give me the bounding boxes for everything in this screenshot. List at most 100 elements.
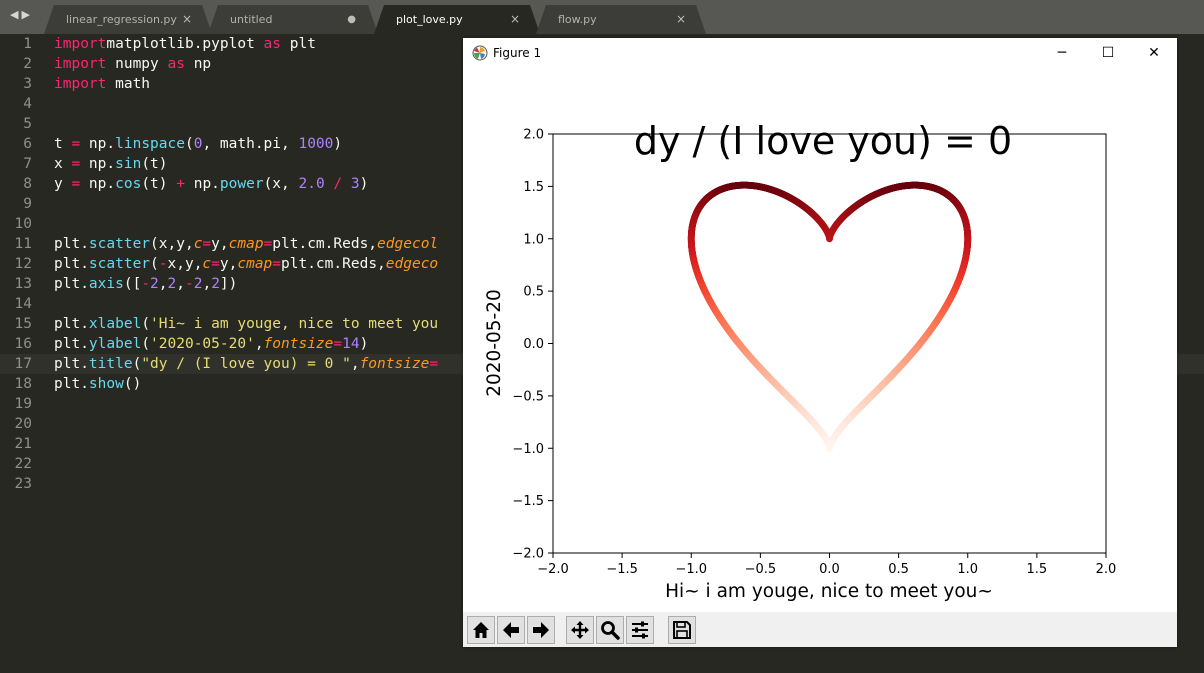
pan-button[interactable] [566, 616, 594, 644]
code-token: np [184, 56, 212, 72]
y-tick-label: 2.0 [523, 128, 544, 143]
code-token: scatter [88, 256, 151, 272]
line-number: 2 [23, 56, 32, 72]
line-number: 16 [14, 336, 32, 352]
tab-close-icon[interactable]: × [182, 5, 192, 34]
code-token: ([ [123, 276, 142, 292]
code-token: plt. [54, 236, 89, 252]
code-text: plt.xlabel('Hi~ i am youge, nice to meet… [54, 314, 438, 334]
line-number: 1 [23, 36, 32, 52]
home-button[interactable] [467, 616, 495, 644]
tab-plot-love[interactable]: plot_love.py × [374, 5, 540, 34]
code-token: np. [80, 136, 116, 152]
code-token: show [88, 376, 124, 392]
line-number: 6 [23, 136, 32, 152]
line-number: 10 [14, 216, 32, 232]
y-tick-label: 0.5 [523, 285, 544, 300]
line-number: 22 [14, 456, 32, 472]
tab-label: untitled [230, 13, 273, 26]
maximize-button[interactable]: ☐ [1085, 38, 1131, 69]
line-number: 14 [14, 296, 32, 312]
code-token: power [219, 176, 264, 192]
code-token: = [71, 156, 81, 172]
save-button[interactable] [668, 616, 696, 644]
pan-icon [571, 621, 589, 639]
code-token: y, [219, 256, 238, 272]
code-token: + [176, 176, 185, 192]
code-token: plt.cm.Reds, [281, 256, 386, 272]
code-token: ( [150, 256, 159, 272]
x-axis-ticks: −2.0 −1.5 −1.0 −0.5 0.0 0.5 1.0 1.5 2.0 [537, 553, 1116, 577]
code-token: plt. [54, 316, 89, 332]
code-token: = [333, 336, 343, 352]
code-token: = [71, 136, 81, 152]
code-token: plt [281, 36, 316, 52]
zoom-button[interactable] [596, 616, 624, 644]
forward-icon [533, 622, 549, 638]
tab-modified-icon[interactable]: ● [347, 5, 356, 34]
line-number: 23 [14, 476, 32, 492]
code-token: y [54, 176, 72, 192]
tab-close-icon[interactable]: × [510, 5, 520, 34]
code-token: 1000 [298, 136, 334, 152]
code-text: import numpy as np [54, 54, 211, 74]
line-number: 8 [23, 176, 32, 192]
x-tick-label: −2.0 [537, 562, 569, 577]
code-text: t = np.linspace(0, math.pi, 1000) [54, 134, 342, 154]
tab-close-icon[interactable]: × [676, 5, 686, 34]
tab-untitled[interactable]: untitled ● [208, 5, 378, 34]
configure-subplots-button[interactable] [626, 616, 654, 644]
code-token: matplotlib.pyplot [106, 36, 264, 52]
code-token: ) [359, 176, 369, 192]
figure-canvas[interactable]: dy / (I love you) = 0 −2.0 −1.5 −1.0 −0.5 0.… [463, 69, 1177, 612]
line-number: 7 [23, 156, 32, 172]
back-button[interactable] [497, 616, 525, 644]
tab-linear-regression[interactable]: linear_regression.py × [44, 5, 212, 34]
forward-button[interactable] [527, 616, 555, 644]
code-token: ylabel [88, 336, 142, 352]
line-number: 5 [23, 116, 32, 132]
home-icon [473, 622, 489, 638]
code-token: = [272, 256, 282, 272]
code-text: y = np.cos(t) + np.power(x, 2.0 / 3) [54, 174, 368, 194]
code-token: x [54, 156, 72, 172]
line-number: 12 [14, 256, 32, 272]
code-token: plt. [54, 276, 89, 292]
code-text: plt.scatter(-x,y,c=y,cmap=plt.cm.Reds,ed… [54, 254, 438, 274]
code-token: np. [184, 176, 220, 192]
code-token: cmap [237, 256, 273, 272]
code-token: , [176, 276, 185, 292]
code-token: sin [115, 156, 142, 172]
code-token: = [211, 256, 220, 272]
code-token: x,y, [167, 256, 203, 272]
tab-navigation-arrows-icon[interactable]: ◀▶ [10, 8, 33, 21]
x-tick-label: 0.5 [888, 562, 909, 577]
code-token: , [254, 336, 264, 352]
code-token: as [167, 56, 185, 72]
code-token: c [202, 256, 212, 272]
close-button[interactable]: ✕ [1131, 38, 1177, 69]
minimize-button[interactable]: ─ [1039, 38, 1085, 69]
code-token: plt. [54, 356, 89, 372]
editor-tab-bar: ◀▶ linear_regression.py × untitled ● plo… [0, 0, 1204, 34]
y-tick-label: 0.0 [523, 337, 544, 352]
y-axis-label: 2020-05-20 [484, 289, 505, 397]
code-token: 2 [150, 276, 159, 292]
scatter-point-left [826, 444, 833, 452]
code-token: (x, [263, 176, 299, 192]
code-token: plt. [54, 256, 89, 272]
code-token: ( [132, 356, 142, 372]
code-token: as [263, 36, 281, 52]
line-number: 4 [23, 96, 32, 112]
x-axis-label: Hi~ i am youge, nice to meet you~ [665, 581, 993, 602]
code-token: (t) [141, 156, 168, 172]
line-number: 19 [14, 396, 32, 412]
figure-titlebar[interactable]: Figure 1 ─ ☐ ✕ [463, 38, 1177, 69]
tab-flow[interactable]: flow.py × [536, 5, 706, 34]
code-token: import [54, 36, 107, 52]
line-number: 18 [14, 376, 32, 392]
code-token: plt. [54, 376, 89, 392]
code-token: / [333, 176, 343, 192]
line-number: 11 [14, 236, 32, 252]
code-token: 3 [350, 176, 360, 192]
